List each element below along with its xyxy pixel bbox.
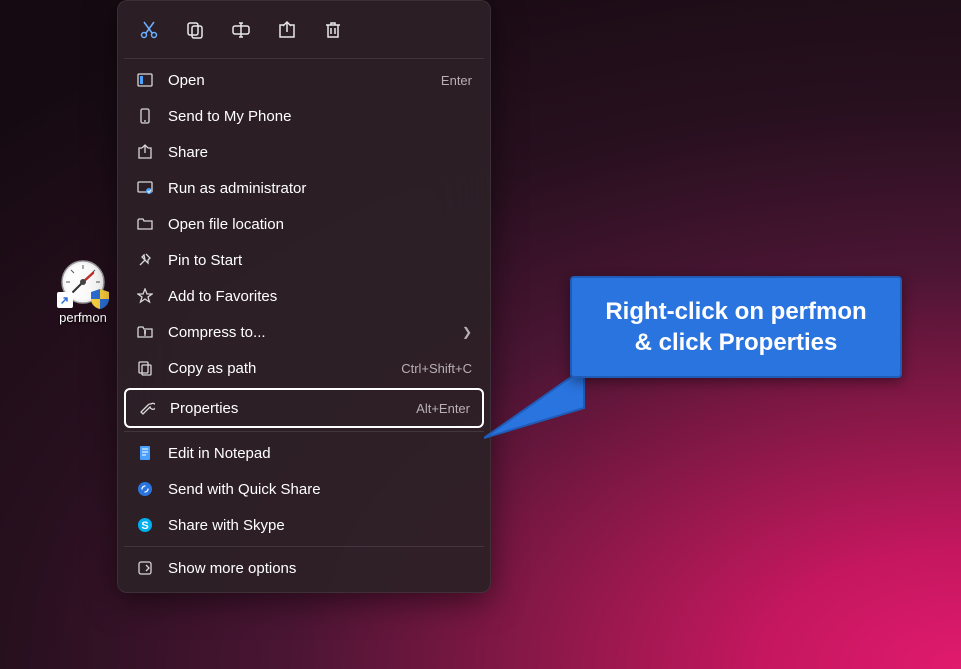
menu-item-label: Add to Favorites (168, 288, 472, 305)
uac-shield-icon (89, 288, 111, 310)
context-menu: Open Enter Send to My Phone Share Run as… (117, 0, 491, 593)
properties-highlight: Properties Alt+Enter (124, 388, 484, 428)
menu-item-label: Share (168, 144, 472, 161)
menu-item-show-more[interactable]: Show more options (124, 550, 484, 586)
context-menu-toolbar (124, 7, 484, 55)
menu-item-label: Pin to Start (168, 252, 472, 269)
wrench-icon (138, 399, 156, 417)
share-button[interactable] (268, 11, 306, 49)
pin-icon (136, 251, 154, 269)
copy-button[interactable] (176, 11, 214, 49)
menu-item-properties[interactable]: Properties Alt+Enter (126, 390, 482, 426)
notepad-icon (136, 444, 154, 462)
menu-item-accel: Ctrl+Shift+C (401, 361, 472, 376)
cut-button[interactable] (130, 11, 168, 49)
copypath-icon (136, 359, 154, 377)
menu-item-open-file-location[interactable]: Open file location (124, 206, 484, 242)
menu-item-label: Open (168, 72, 427, 89)
menu-item-label: Properties (170, 400, 402, 417)
quickshare-icon (136, 480, 154, 498)
perfmon-icon (59, 258, 107, 306)
menu-item-share[interactable]: Share (124, 134, 484, 170)
delete-button[interactable] (314, 11, 352, 49)
menu-item-run-admin[interactable]: Run as administrator (124, 170, 484, 206)
callout-line1: Right-click on perfmon (588, 296, 884, 327)
svg-text:S: S (141, 520, 148, 532)
shortcut-badge (57, 292, 73, 308)
menu-item-add-favorites[interactable]: Add to Favorites (124, 278, 484, 314)
menu-item-send-to-phone[interactable]: Send to My Phone (124, 98, 484, 134)
menu-item-accel: Enter (441, 73, 472, 88)
menu-item-label: Share with Skype (168, 517, 472, 534)
admin-icon (136, 179, 154, 197)
skype-icon: S (136, 516, 154, 534)
desktop-icon-perfmon[interactable]: perfmon (48, 258, 118, 325)
compress-icon (136, 323, 154, 341)
menu-item-label: Compress to... (168, 324, 448, 341)
menu-item-accel: Alt+Enter (416, 401, 470, 416)
menu-item-compress[interactable]: Compress to... ❯ (124, 314, 484, 350)
more-icon (136, 559, 154, 577)
menu-item-pin-to-start[interactable]: Pin to Start (124, 242, 484, 278)
menu-item-copy-path[interactable]: Copy as path Ctrl+Shift+C (124, 350, 484, 386)
menu-item-open[interactable]: Open Enter (124, 62, 484, 98)
rename-button[interactable] (222, 11, 260, 49)
desktop-icon-label: perfmon (59, 310, 107, 325)
menu-item-skype[interactable]: S Share with Skype (124, 507, 484, 543)
menu-item-edit-notepad[interactable]: Edit in Notepad (124, 435, 484, 471)
callout-line2: & click Properties (588, 327, 884, 358)
menu-item-label: Send with Quick Share (168, 481, 472, 498)
menu-item-label: Edit in Notepad (168, 445, 472, 462)
menu-item-label: Send to My Phone (168, 108, 472, 125)
open-icon (136, 71, 154, 89)
menu-item-label: Copy as path (168, 360, 387, 377)
share-icon (136, 143, 154, 161)
menu-item-quick-share[interactable]: Send with Quick Share (124, 471, 484, 507)
menu-item-label: Run as administrator (168, 180, 472, 197)
star-icon (136, 287, 154, 305)
chevron-right-icon: ❯ (462, 325, 472, 339)
instruction-callout: Right-click on perfmon & click Propertie… (570, 276, 902, 378)
folder-icon (136, 215, 154, 233)
menu-separator (124, 58, 484, 59)
menu-separator (124, 546, 484, 547)
menu-item-label: Show more options (168, 560, 472, 577)
menu-item-label: Open file location (168, 216, 472, 233)
menu-separator (124, 431, 484, 432)
phone-icon (136, 107, 154, 125)
